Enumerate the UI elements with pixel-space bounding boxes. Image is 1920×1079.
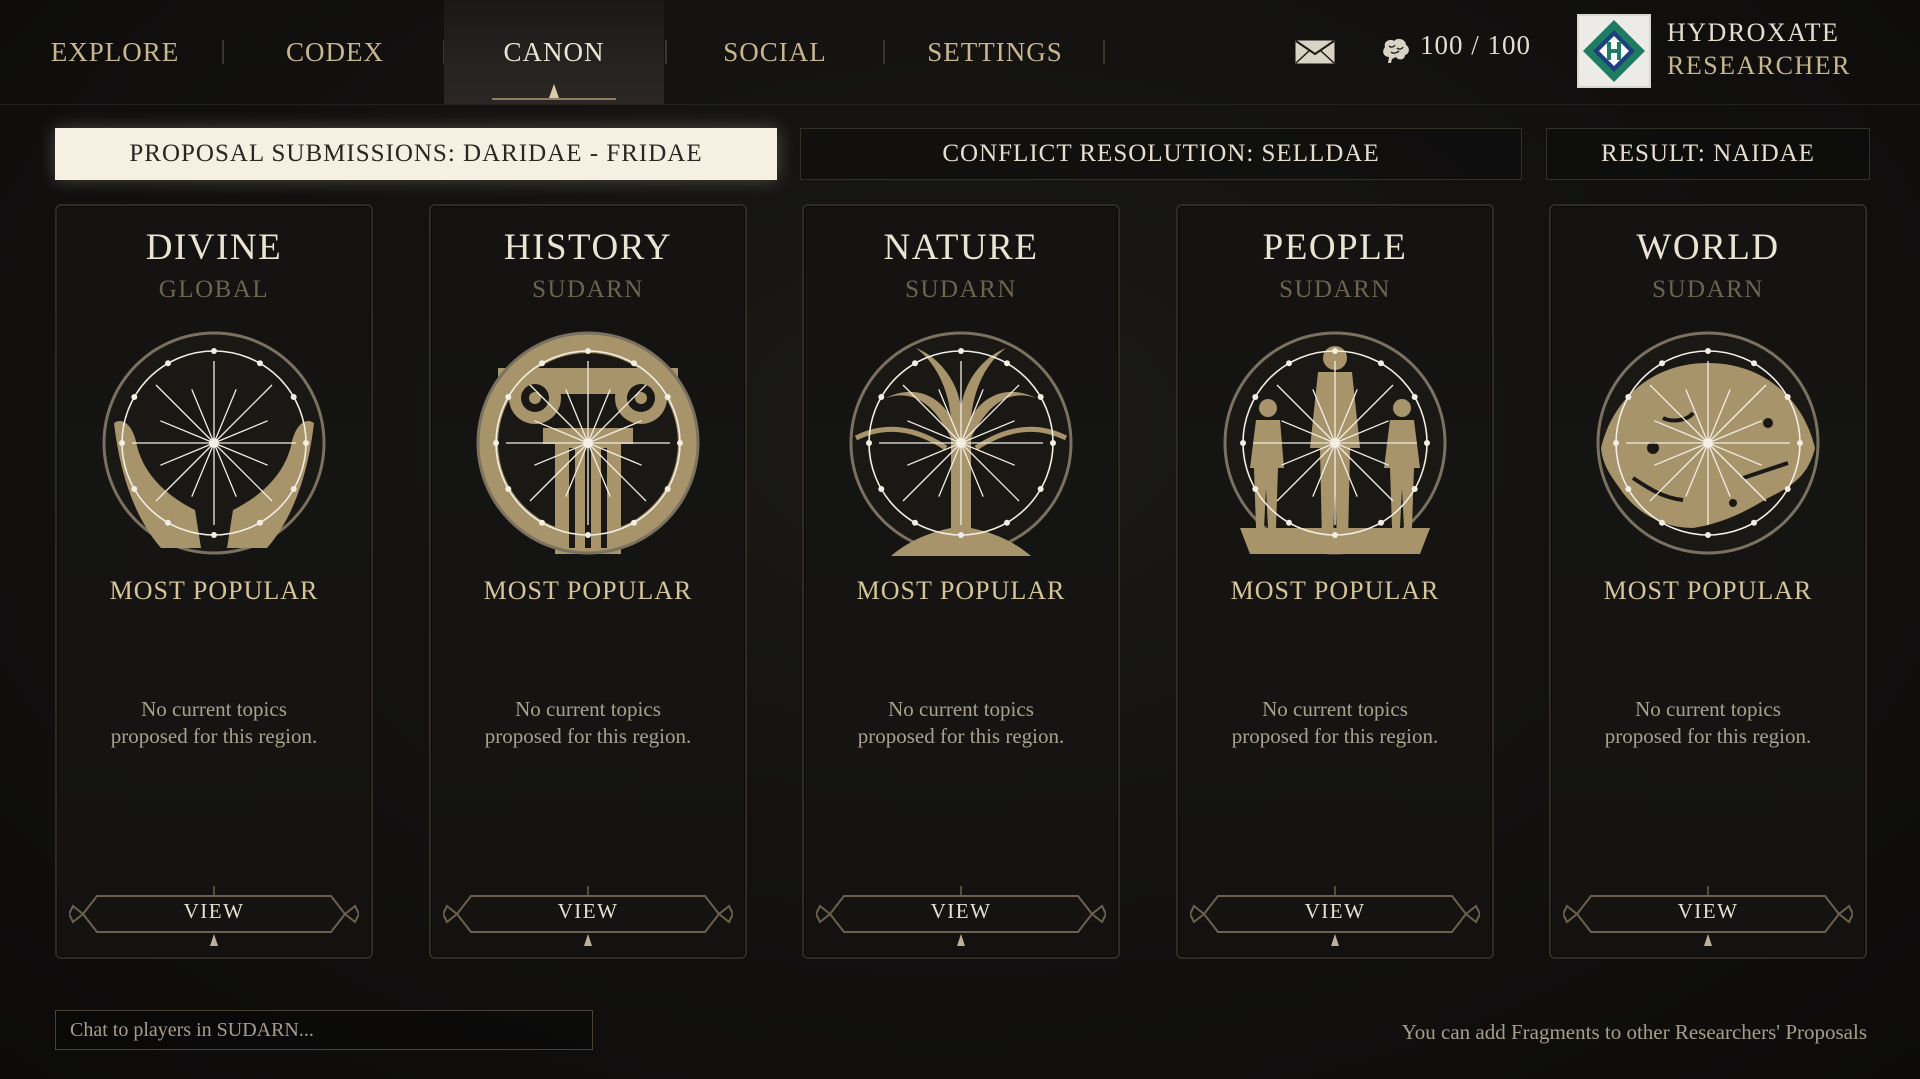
empty-topics-message: No current topics proposed for this regi…	[1604, 697, 1812, 748]
tab-settings[interactable]: SETTINGS	[915, 0, 1075, 104]
active-tab-underline	[492, 98, 616, 100]
nav-divider-line	[0, 104, 1920, 105]
nav-divider	[665, 40, 667, 64]
tab-canon[interactable]: CANON	[444, 0, 664, 104]
phase-conflict-resolution[interactable]: CONFLICT RESOLUTION: SELLDAE	[800, 128, 1522, 180]
hands-icon	[102, 331, 326, 555]
category-card-divine: DIVINE GLOBAL MOST POPULAR No current to…	[55, 204, 373, 959]
empty-topics-message: No current topics proposed for this regi…	[857, 697, 1065, 748]
chat-input[interactable]: Chat to players in SUDARN...	[55, 1010, 593, 1050]
avatar[interactable]	[1577, 14, 1651, 88]
view-button[interactable]: VIEW	[1561, 886, 1855, 946]
view-button[interactable]: VIEW	[814, 886, 1108, 946]
tree-icon	[849, 331, 1073, 556]
view-button[interactable]: VIEW	[67, 886, 361, 946]
card-region: SUDARN	[1279, 276, 1391, 303]
empty-topics-message: No current topics proposed for this regi…	[484, 697, 692, 748]
user-role: RESEARCHER	[1667, 51, 1852, 80]
phase-label: RESULT: NAIDAE	[1601, 140, 1815, 167]
nav-divider	[222, 40, 224, 64]
tab-label: CODEX	[286, 36, 384, 67]
phase-proposal-submissions[interactable]: PROPOSAL SUBMISSIONS: DARIDAE - FRIDAE	[55, 128, 777, 180]
top-nav: EXPLORE CODEX CANON SOCIAL SETTINGS 100 …	[0, 0, 1920, 104]
nav-divider	[1103, 40, 1105, 64]
view-button-label: VIEW	[1677, 899, 1739, 923]
brain-icon	[1383, 38, 1409, 63]
view-button[interactable]: VIEW	[441, 886, 735, 946]
figures-icon	[1223, 331, 1447, 555]
card-region: SUDARN	[1652, 276, 1764, 303]
envelope-icon[interactable]	[1295, 40, 1335, 64]
phase-label: PROPOSAL SUBMISSIONS: DARIDAE - FRIDAE	[129, 140, 703, 167]
view-button[interactable]: VIEW	[1188, 886, 1482, 946]
view-button-label: VIEW	[1304, 899, 1366, 923]
fragments-hint: You can add Fragments to other Researche…	[1401, 1020, 1867, 1044]
category-card-history: HISTORY SUDARN MOST POPULAR No current t…	[429, 204, 747, 959]
most-popular-heading: MOST POPULAR	[1230, 576, 1440, 605]
tab-codex[interactable]: CODEX	[260, 0, 410, 104]
tab-label: SETTINGS	[927, 36, 1063, 67]
tab-explore[interactable]: EXPLORE	[40, 0, 190, 104]
globe-icon	[1596, 331, 1820, 555]
tab-label: SOCIAL	[723, 36, 827, 67]
empty-topics-message: No current topics proposed for this regi…	[1231, 697, 1439, 748]
phase-label: CONFLICT RESOLUTION: SELLDAE	[942, 140, 1380, 167]
nav-divider	[883, 40, 885, 64]
tab-social[interactable]: SOCIAL	[700, 0, 850, 104]
active-tab-caret-icon	[549, 84, 559, 98]
diamond-h-emblem-icon	[1583, 20, 1645, 82]
card-region: SUDARN	[905, 276, 1017, 303]
card-title: PEOPLE	[1262, 227, 1408, 268]
card-title: DIVINE	[145, 227, 283, 268]
card-title: WORLD	[1636, 227, 1780, 268]
category-card-nature: NATURE SUDARN MOST POPULAR No current to…	[802, 204, 1120, 959]
view-button-label: VIEW	[557, 899, 619, 923]
card-region: GLOBAL	[158, 276, 270, 303]
most-popular-heading: MOST POPULAR	[856, 576, 1066, 605]
view-button-label: VIEW	[930, 899, 992, 923]
chat-placeholder: Chat to players in SUDARN...	[70, 1018, 314, 1041]
most-popular-heading: MOST POPULAR	[109, 576, 319, 605]
category-card-world: WORLD SUDARN MOST POPULAR No current top…	[1549, 204, 1867, 959]
tab-label: CANON	[503, 36, 605, 67]
phase-result[interactable]: RESULT: NAIDAE	[1546, 128, 1870, 180]
empty-topics-message: No current topics proposed for this regi…	[110, 697, 318, 748]
card-region: SUDARN	[532, 276, 644, 303]
most-popular-heading: MOST POPULAR	[1603, 576, 1813, 605]
view-button-label: VIEW	[183, 899, 245, 923]
user-name: HYDROXATE	[1667, 18, 1840, 47]
pillar-icon	[476, 331, 700, 555]
energy-counter: 100 / 100	[1420, 30, 1532, 60]
category-card-people: PEOPLE SUDARN MOST POPULAR No current to…	[1176, 204, 1494, 959]
card-title: HISTORY	[503, 227, 673, 268]
tab-label: EXPLORE	[50, 36, 180, 67]
most-popular-heading: MOST POPULAR	[483, 576, 693, 605]
card-title: NATURE	[883, 227, 1039, 268]
